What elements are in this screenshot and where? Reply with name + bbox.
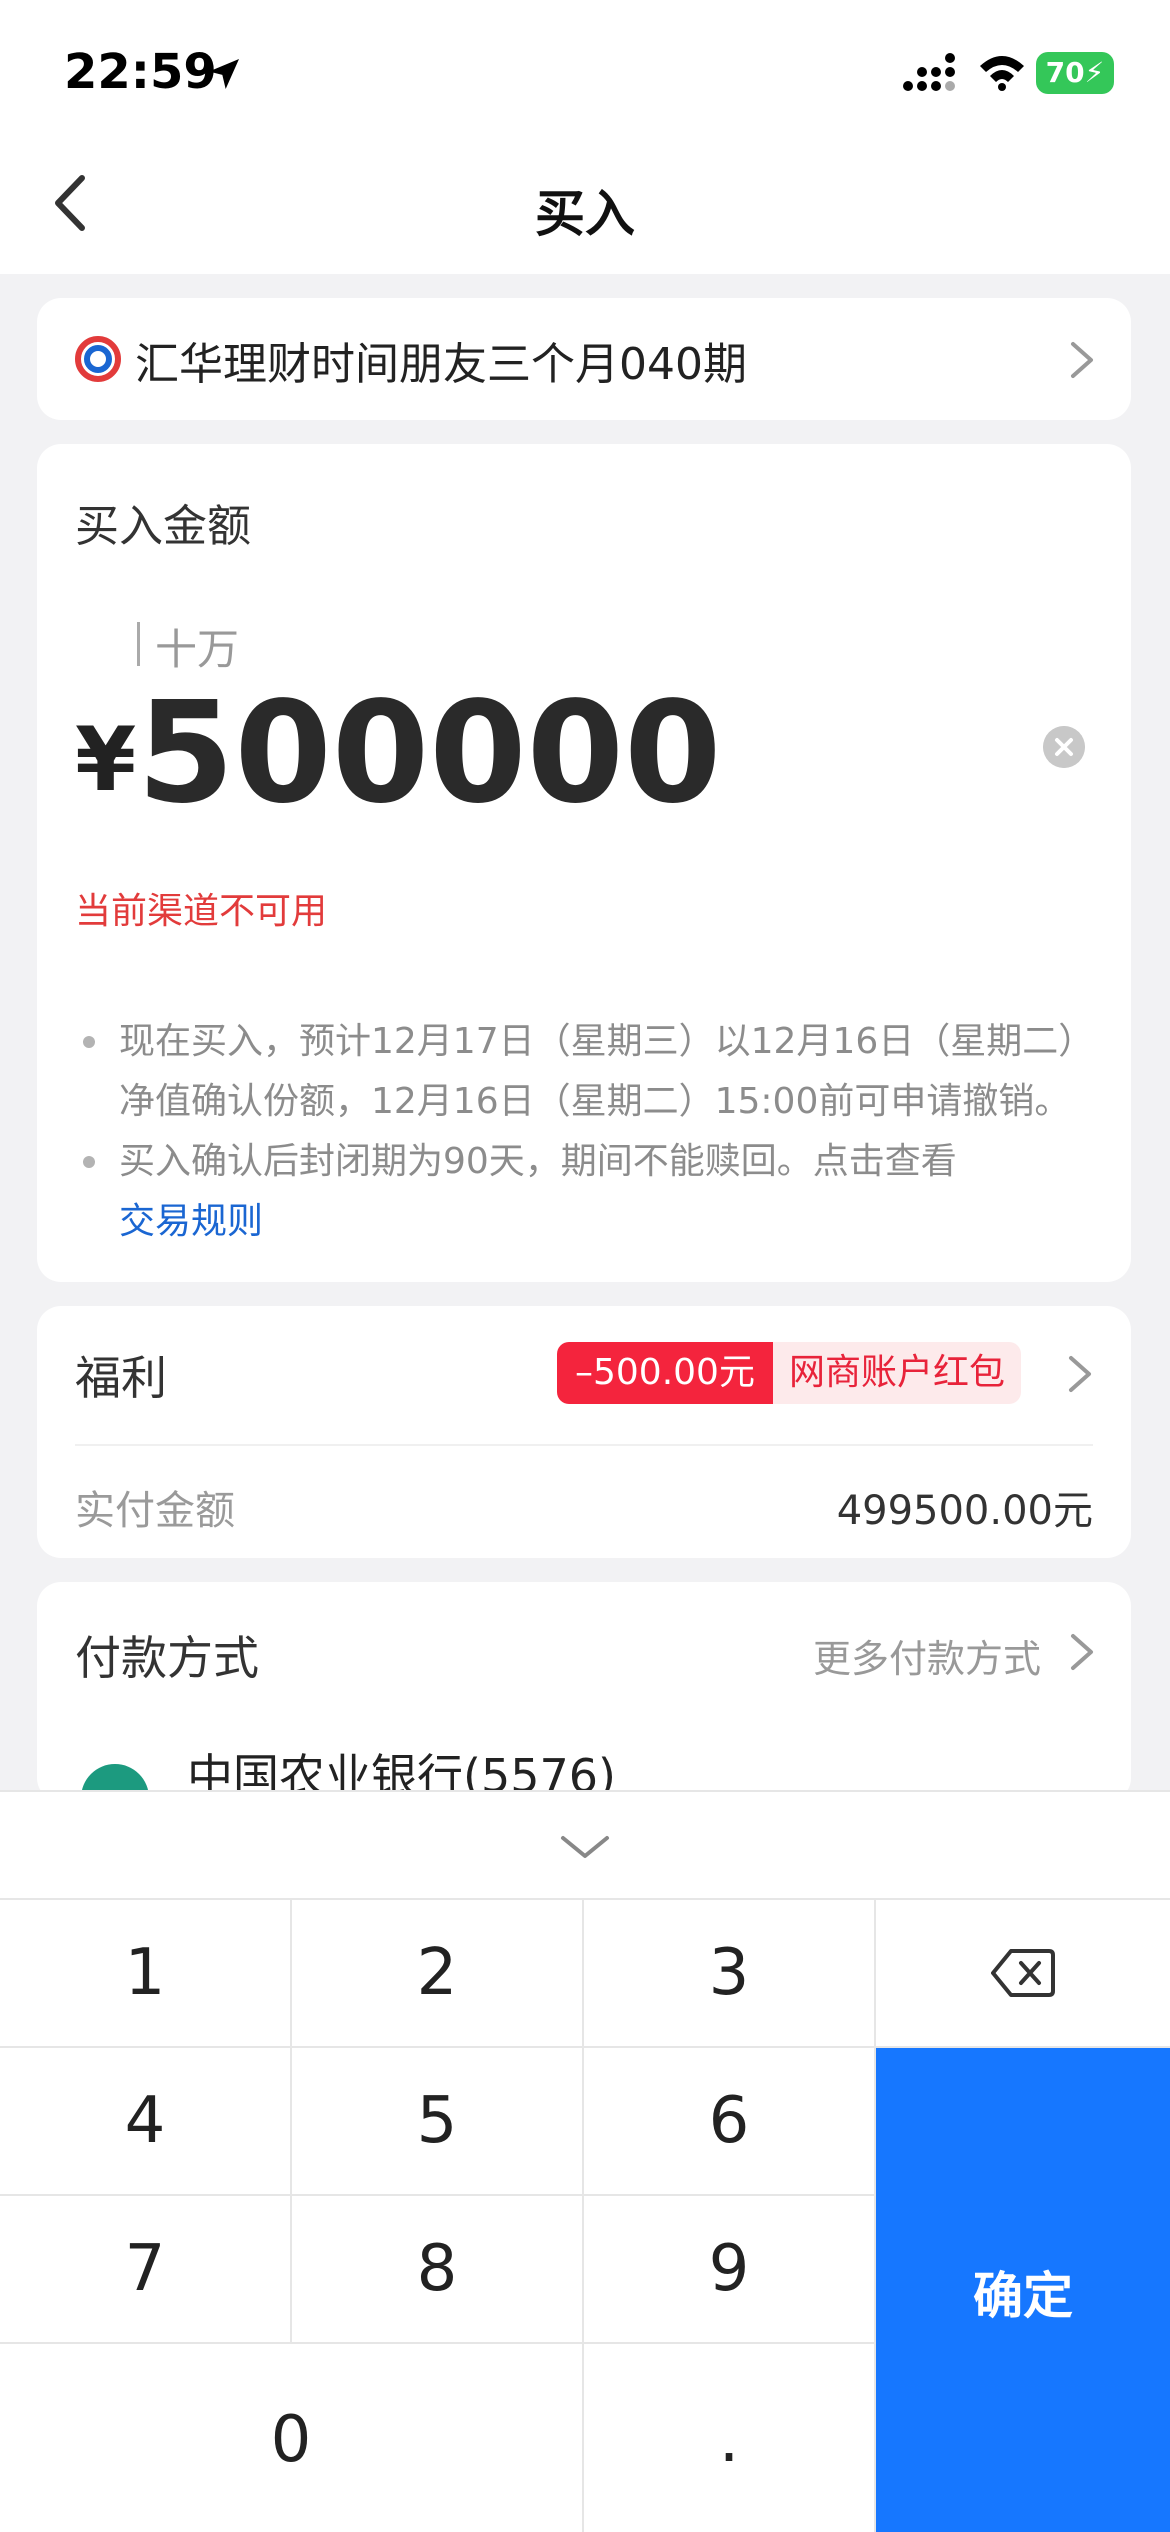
key-4[interactable]: 4 (0, 2048, 292, 2196)
coupon-badge[interactable]: –500.00元 网商账户红包 (557, 1342, 1021, 1404)
key-decimal[interactable]: . (584, 2344, 876, 2532)
status-bar: 22:59 70⚡ (0, 0, 1170, 140)
key-7[interactable]: 7 (0, 2196, 292, 2344)
payment-method-label: 付款方式 (75, 1631, 259, 1685)
delete-key[interactable] (876, 1900, 1170, 2048)
note-text: 买入确认后封闭期为90天，期间不能赎回。点击查看 (119, 1141, 957, 1182)
amount-input[interactable]: 500000 (137, 672, 721, 835)
note-item: 买入确认后封闭期为90天，期间不能赎回。点击查看 交易规则 (75, 1132, 1105, 1252)
numeric-keyboard: 1 2 3 4 5 6 7 8 9 0 . 确定 (0, 1790, 1170, 2532)
confirm-button[interactable]: 确定 (876, 2048, 1170, 2532)
key-2[interactable]: 2 (292, 1900, 584, 2048)
keypad: 1 2 3 4 5 6 7 8 9 0 . 确定 (0, 1898, 1170, 2532)
paid-amount-value: 499500.00元 (836, 1488, 1093, 1534)
fund-logo-icon (75, 336, 121, 382)
key-5[interactable]: 5 (292, 2048, 584, 2196)
amount-card: 买入金额 十万 ¥ 500000 当前渠道不可用 现在买入，预计12月17日（星… (37, 444, 1131, 1282)
chevron-right-icon (1071, 342, 1093, 378)
payment-card: 付款方式 更多付款方式 中国农业银行(5576) (37, 1582, 1131, 1802)
wifi-icon (980, 56, 1024, 91)
note-item: 现在买入，预计12月17日（星期三）以12月16日（星期二）净值确认份额，12月… (75, 1012, 1105, 1132)
navigation-bar: 买入 (0, 140, 1170, 274)
cellular-signal-icon (903, 53, 955, 91)
page-title: 买入 (535, 185, 635, 243)
key-6[interactable]: 6 (584, 2048, 876, 2196)
key-3[interactable]: 3 (584, 1900, 876, 2048)
battery-indicator: 70⚡ (1036, 52, 1114, 94)
product-selector[interactable]: 汇华理财时间朋友三个月040期 (37, 298, 1131, 420)
backspace-icon (991, 1949, 1055, 1997)
amount-label: 买入金额 (75, 501, 251, 552)
more-payment-methods-link[interactable]: 更多付款方式 (813, 1628, 1041, 1683)
divider (75, 1444, 1093, 1446)
paid-amount-label: 实付金额 (75, 1488, 235, 1534)
trading-rules-link[interactable]: 交易规则 (119, 1201, 263, 1242)
product-name: 汇华理财时间朋友三个月040期 (135, 339, 747, 390)
key-9[interactable]: 9 (584, 2196, 876, 2344)
key-8[interactable]: 8 (292, 2196, 584, 2344)
purchase-notes: 现在买入，预计12月17日（星期三）以12月16日（星期二）净值确认份额，12月… (75, 1012, 1105, 1252)
chevron-right-icon[interactable] (1067, 1630, 1097, 1674)
chevron-down-icon[interactable] (555, 1830, 615, 1864)
benefit-card: 福利 –500.00元 网商账户红包 实付金额 499500.00元 (37, 1306, 1131, 1558)
status-time: 22:59 (64, 44, 217, 100)
coupon-amount: –500.00元 (557, 1342, 773, 1404)
currency-symbol: ¥ (75, 708, 137, 811)
coupon-name: 网商账户红包 (772, 1342, 1021, 1404)
key-1[interactable]: 1 (0, 1900, 292, 2048)
clear-input-icon[interactable] (1043, 726, 1085, 768)
channel-error-text: 当前渠道不可用 (75, 891, 328, 932)
input-cursor (137, 622, 140, 666)
unit-hint: 十万 (155, 625, 240, 674)
key-0[interactable]: 0 (0, 2344, 584, 2532)
chevron-right-icon[interactable] (1065, 1352, 1095, 1396)
benefit-label: 福利 (75, 1351, 167, 1405)
location-arrow-icon (209, 59, 239, 89)
